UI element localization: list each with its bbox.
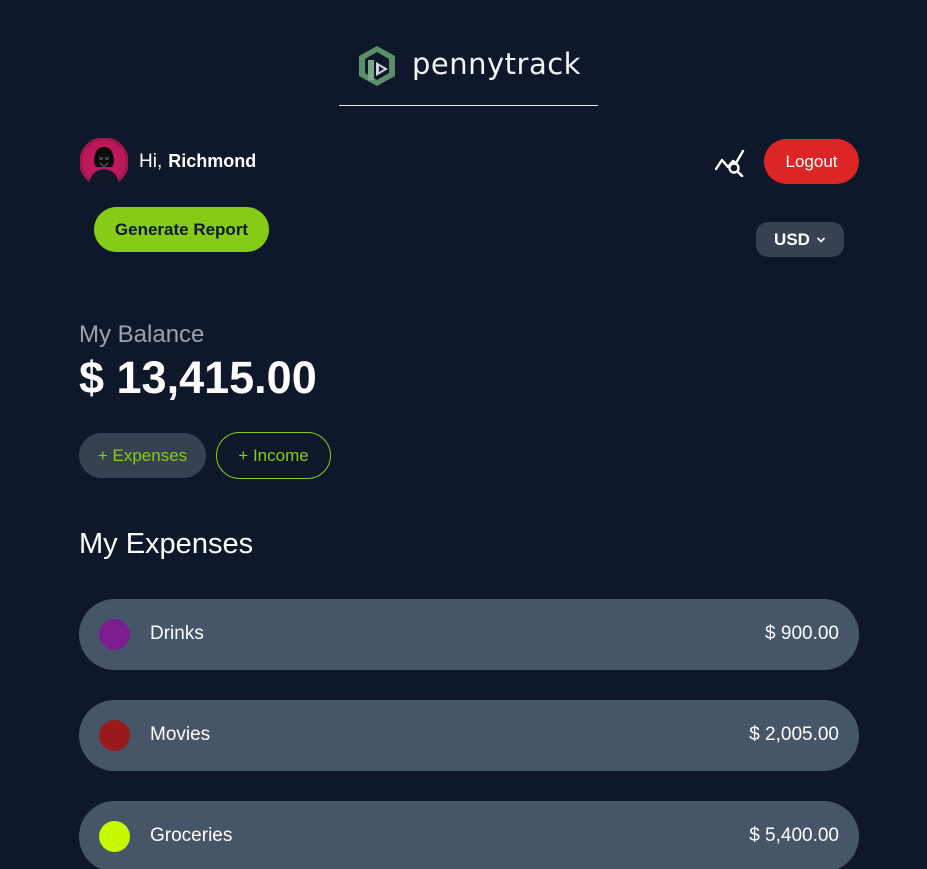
analytics-search-icon[interactable] (714, 149, 746, 177)
expense-item-groceries[interactable]: Groceries $ 5,400.00 (79, 801, 859, 869)
balance-value: $ 13,415.00 (79, 352, 317, 403)
brand-name: pennytrack (412, 47, 581, 81)
chevron-down-icon (817, 237, 825, 242)
expense-item-movies[interactable]: Movies $ 2,005.00 (79, 700, 859, 771)
expense-amount: $ 900.00 (765, 623, 839, 644)
expenses-section-title: My Expenses (79, 528, 254, 560)
pennytrack-logo-icon (359, 46, 395, 86)
currency-select[interactable]: USD (756, 222, 844, 257)
category-color-dot (99, 619, 130, 650)
currency-value: USD (774, 229, 810, 249)
category-color-dot (99, 720, 130, 751)
expense-amount: $ 2,005.00 (749, 724, 839, 745)
expense-name: Groceries (150, 825, 233, 846)
category-color-dot (99, 821, 130, 852)
expense-name: Movies (150, 724, 211, 745)
greeting: Hi, Richmond (139, 151, 256, 173)
brand-logo-inner: pennytrack (356, 44, 581, 88)
user-name: Richmond (168, 151, 257, 171)
brand-logo[interactable]: pennytrack (339, 44, 598, 106)
app-page: pennytrack Hi, Richmond Logout Generate R… (0, 0, 927, 869)
expense-name: Drinks (150, 623, 204, 644)
expense-item-drinks[interactable]: Drinks $ 900.00 (79, 599, 859, 670)
add-expenses-button[interactable]: + Expenses (79, 433, 206, 478)
add-income-button[interactable]: + Income (216, 432, 331, 479)
greeting-prefix: Hi, (139, 151, 163, 172)
logout-button[interactable]: Logout (764, 139, 859, 184)
balance-label: My Balance (79, 321, 205, 348)
expense-amount: $ 5,400.00 (749, 825, 839, 846)
avatar[interactable] (79, 137, 129, 187)
avatar-image (79, 137, 129, 187)
generate-report-button[interactable]: Generate Report (94, 207, 269, 252)
